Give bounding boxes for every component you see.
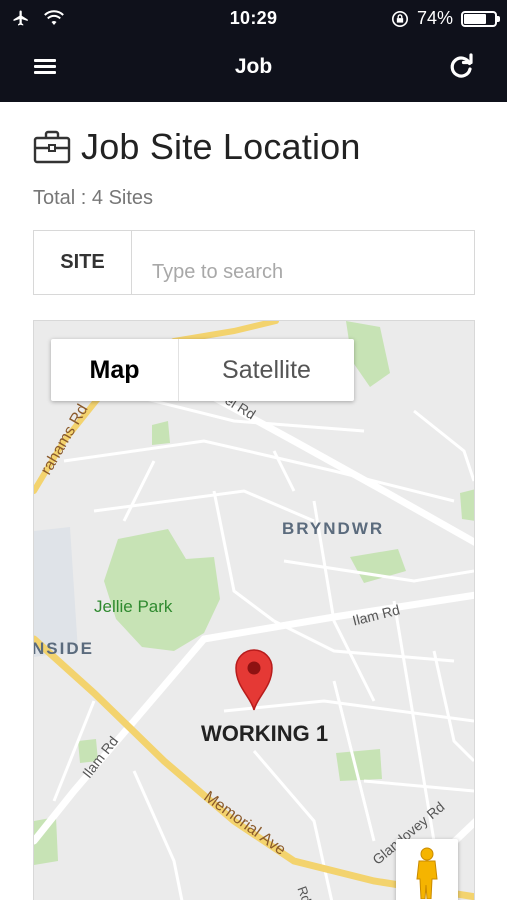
label-jellie-park: Jellie Park: [94, 597, 173, 616]
battery-fill: [464, 13, 486, 24]
pegman-icon: [416, 847, 438, 899]
job-site-location-title: Job Site Location: [81, 126, 361, 167]
label-inside: NSIDE: [33, 639, 94, 658]
satellite-view-button[interactable]: Satellite: [179, 339, 354, 401]
street-view-pegman-button[interactable]: [396, 839, 458, 900]
map-view-button[interactable]: Map: [51, 339, 179, 401]
site-search-input[interactable]: [132, 231, 474, 294]
briefcase-icon: [33, 130, 71, 164]
site-marker-icon[interactable]: [234, 647, 274, 711]
site-filter-label[interactable]: SITE: [34, 231, 132, 294]
battery-percent: 74%: [416, 8, 453, 28]
park-area-small-1: [152, 421, 170, 445]
label-bryndwr: BRYNDWR: [282, 519, 385, 538]
park-area-small-3: [460, 489, 474, 521]
total-sites-count: Total : 4 Sites: [33, 187, 154, 209]
refresh-icon[interactable]: [445, 50, 477, 82]
page-title: Job: [234, 55, 273, 78]
orientation-lock-icon: [391, 10, 408, 27]
nav-bar: Job: [0, 36, 507, 102]
site-marker-label: WORKING 1: [201, 721, 329, 746]
status-bar: 10:29 74%: [0, 0, 507, 36]
site-map[interactable]: rahams Rd el Rd BRYNDWR Ilam Rd Jellie P…: [33, 320, 475, 900]
site-search-box: SITE: [33, 230, 475, 295]
battery-icon: [461, 10, 500, 27]
status-right: 74%: [391, 8, 500, 29]
map-type-toggle: Map Satellite: [51, 339, 354, 401]
app-top-bar: 10:29 74% Job: [0, 0, 507, 102]
section-heading: Job Site Location: [33, 126, 361, 168]
